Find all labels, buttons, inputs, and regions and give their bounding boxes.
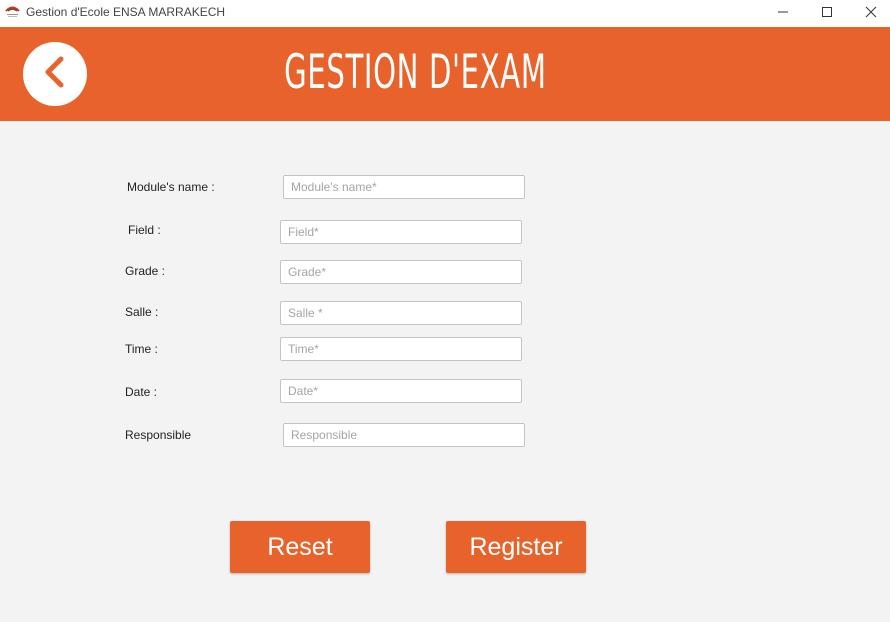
date-label: Date :: [125, 385, 158, 399]
grade-input[interactable]: [280, 260, 522, 284]
maximize-button[interactable]: [804, 0, 850, 27]
back-button[interactable]: [23, 42, 87, 106]
grade-label: Grade :: [125, 264, 166, 278]
field-input[interactable]: [280, 220, 522, 244]
responsible-input[interactable]: [283, 423, 525, 447]
school-roof-icon: [5, 4, 20, 19]
date-input[interactable]: [280, 379, 522, 403]
module-name-input[interactable]: [283, 175, 525, 199]
field-label: Field :: [128, 223, 161, 237]
minimize-icon: [777, 5, 789, 23]
maximize-icon: [821, 5, 833, 23]
responsible-label: Responsible: [125, 428, 192, 442]
minimize-button[interactable]: [760, 0, 806, 27]
time-input[interactable]: [280, 337, 522, 361]
page-title: GESTION D'EXAM: [284, 45, 547, 100]
close-button[interactable]: [848, 0, 890, 27]
window-titlebar: Gestion d'Ecole ENSA MARRAKECH: [0, 0, 890, 27]
reset-button[interactable]: Reset: [230, 521, 370, 573]
header-banner: GESTION D'EXAM: [0, 27, 890, 121]
salle-input[interactable]: [280, 301, 522, 325]
module-name-label: Module's name :: [127, 180, 215, 194]
register-button[interactable]: Register: [446, 521, 586, 573]
close-icon: [865, 5, 877, 23]
salle-label: Salle :: [125, 305, 159, 319]
window-title: Gestion d'Ecole ENSA MARRAKECH: [26, 5, 226, 19]
time-label: Time :: [125, 342, 158, 356]
chevron-left-icon: [40, 55, 70, 94]
